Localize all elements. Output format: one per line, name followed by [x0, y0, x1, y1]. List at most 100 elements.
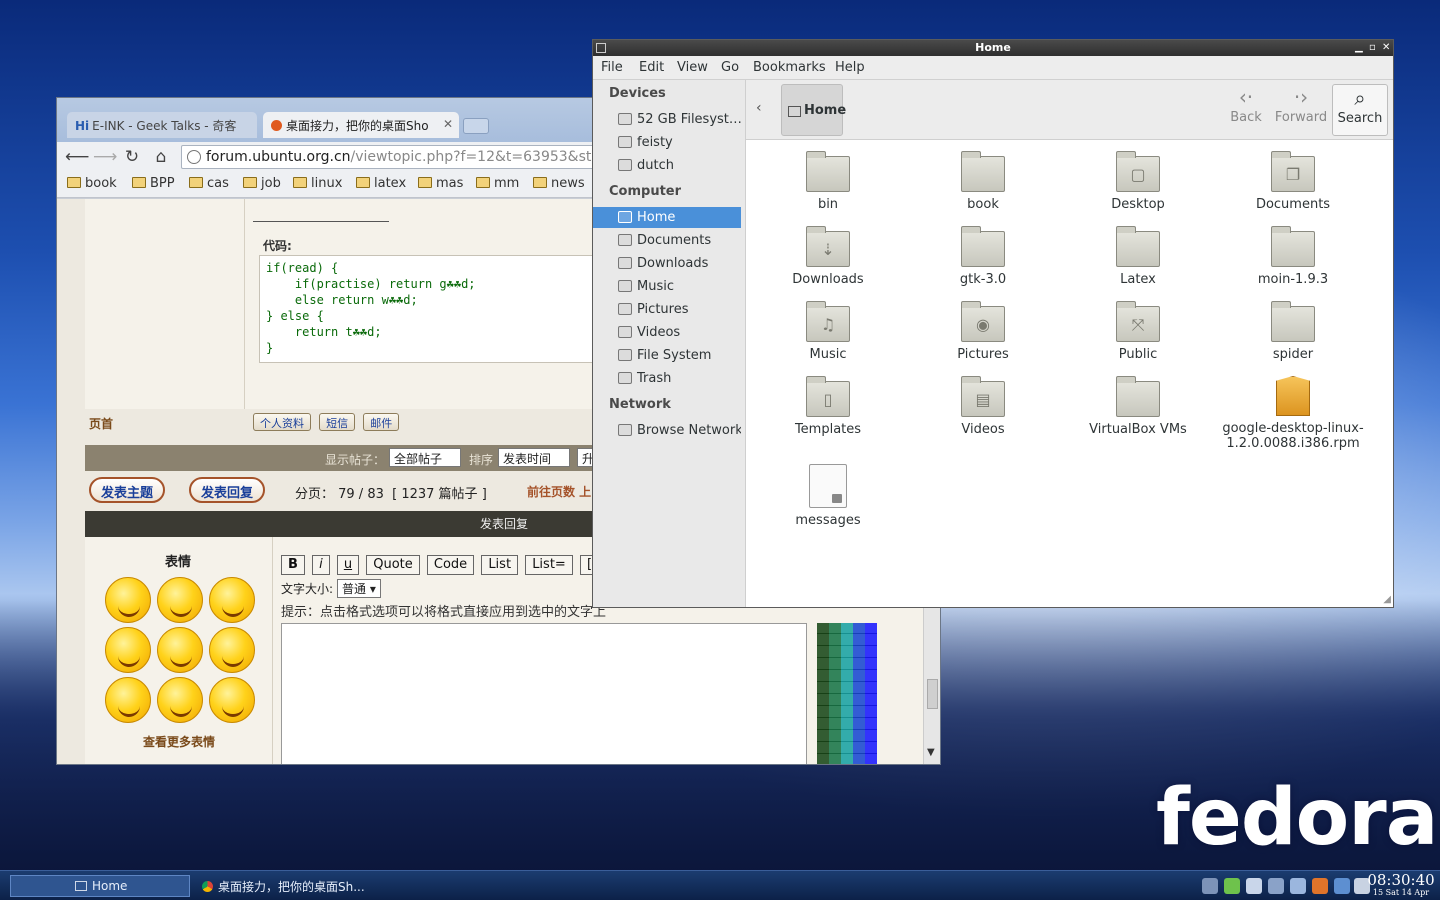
clock-time[interactable]: 08:30:40: [1366, 871, 1436, 889]
sidebar-item-downloads[interactable]: Downloads: [593, 253, 741, 274]
color-palette[interactable]: [817, 623, 877, 764]
menu-go[interactable]: Go: [721, 60, 739, 75]
menu-edit[interactable]: Edit: [639, 60, 664, 75]
italic-button[interactable]: i: [312, 555, 330, 575]
file-item-videos[interactable]: ▤ Videos: [908, 376, 1058, 437]
tab-eink[interactable]: Hi E-INK - Geek Talks - 奇客: [67, 112, 257, 138]
screenshot-icon[interactable]: [1202, 878, 1218, 894]
show-posts-select[interactable]: 全部帖子: [389, 448, 461, 467]
file-item-moin[interactable]: moin-1.9.3: [1218, 226, 1368, 287]
menu-bookmarks[interactable]: Bookmarks: [753, 60, 826, 75]
path-crumb-home[interactable]: Home: [781, 84, 846, 136]
sidebar-item-browse-network[interactable]: Browse Network: [593, 420, 741, 441]
bookmark-news[interactable]: news: [533, 176, 585, 191]
tab-ubuntu-forum[interactable]: 桌面接力，把你的桌面Sho ✕: [263, 112, 459, 138]
bookmark-job[interactable]: job: [243, 176, 281, 191]
pm-button[interactable]: 短信: [319, 413, 356, 431]
sidebar-item-filesystem[interactable]: File System: [593, 345, 741, 366]
keyboard-icon[interactable]: [1290, 878, 1306, 894]
file-item-music[interactable]: ♫ Music: [753, 301, 903, 362]
bookmark-mas[interactable]: mas: [418, 176, 463, 191]
reader-icon[interactable]: [1246, 878, 1262, 894]
laugh-emoji-icon[interactable]: [157, 627, 203, 673]
search-button[interactable]: ⌕ Search: [1332, 84, 1388, 136]
file-item-spider[interactable]: spider: [1218, 301, 1368, 362]
home-icon[interactable]: ⌂: [150, 146, 172, 168]
email-button[interactable]: 邮件: [363, 413, 400, 431]
ordered-list-button[interactable]: List=: [525, 555, 573, 575]
sidebar-item-music[interactable]: Music: [593, 276, 741, 297]
file-item-desktop[interactable]: ▢ Desktop: [1063, 151, 1213, 212]
sidebar-item-documents[interactable]: Documents: [593, 230, 741, 251]
bold-button[interactable]: B: [281, 555, 305, 575]
sidebar-item-trash[interactable]: Trash: [593, 368, 741, 389]
dizzy-emoji-icon[interactable]: [209, 677, 255, 723]
code-button[interactable]: Code: [426, 555, 475, 575]
update-icon[interactable]: [1312, 878, 1328, 894]
bookmark-book[interactable]: book: [67, 176, 117, 191]
shy-emoji-icon[interactable]: [209, 577, 255, 623]
file-item-downloads[interactable]: ⇣ Downloads: [753, 226, 903, 287]
grin-emoji-icon[interactable]: [105, 677, 151, 723]
scroll-down-arrow-icon[interactable]: ▼: [927, 747, 935, 758]
file-item-documents[interactable]: ❐ Documents: [1218, 151, 1368, 212]
task-home[interactable]: Home: [10, 875, 190, 897]
sidebar-item-home[interactable]: Home: [593, 207, 741, 228]
more-emoji-link[interactable]: 查看更多表情: [143, 733, 215, 750]
file-item-gtk3[interactable]: gtk-3.0: [908, 226, 1058, 287]
maximize-icon[interactable]: ▫: [1369, 40, 1376, 56]
file-item-google-desktop-rpm[interactable]: google-desktop-linux-1.2.0.0088.i386.rpm: [1218, 376, 1368, 451]
profile-button[interactable]: 个人资料: [253, 413, 311, 431]
display-icon[interactable]: [1268, 878, 1284, 894]
list-button[interactable]: List: [481, 555, 519, 575]
file-item-messages[interactable]: messages: [753, 464, 903, 528]
quote-button[interactable]: Quote: [366, 555, 420, 575]
reload-icon[interactable]: ↻: [121, 146, 143, 168]
forward-button[interactable]: ·› Forward: [1270, 84, 1332, 136]
giggle-emoji-icon[interactable]: [105, 627, 151, 673]
sync-icon[interactable]: [1224, 878, 1240, 894]
menu-file[interactable]: File: [601, 60, 623, 75]
chevron-left-icon[interactable]: ‹: [756, 100, 762, 116]
resize-grip-icon[interactable]: ◢: [1383, 594, 1391, 605]
app-menu-icon[interactable]: [596, 43, 606, 53]
file-item-pictures[interactable]: ◉ Pictures: [908, 301, 1058, 362]
scrollbar-thumb[interactable]: [927, 679, 938, 709]
sort-select[interactable]: 发表时间: [498, 448, 570, 467]
task-browser[interactable]: 桌面接力，把你的桌面Sh...: [198, 875, 373, 897]
network-icon[interactable]: [1334, 878, 1350, 894]
file-item-public[interactable]: ⤧ Public: [1063, 301, 1213, 362]
file-item-bin[interactable]: bin: [753, 151, 903, 212]
tongue-emoji-icon[interactable]: [157, 577, 203, 623]
sweat-emoji-icon[interactable]: [209, 627, 255, 673]
file-item-latex[interactable]: Latex: [1063, 226, 1213, 287]
font-size-select[interactable]: 普通 ▾: [337, 579, 381, 598]
goto-page-link[interactable]: 前往页数 上: [527, 483, 591, 500]
sidebar-item-filesystem-52gb[interactable]: 52 GB Filesyst…: [593, 109, 741, 130]
new-tab-button[interactable]: [463, 118, 489, 134]
close-icon[interactable]: ✕: [1382, 40, 1390, 56]
file-item-book[interactable]: book: [908, 151, 1058, 212]
bookmark-latex[interactable]: latex: [356, 176, 406, 191]
page-top-link[interactable]: 页首: [89, 415, 113, 432]
address-bar[interactable]: forum.ubuntu.org.cn/viewtopic.php?f=12&t…: [181, 145, 601, 169]
back-button[interactable]: ‹· Back: [1222, 84, 1270, 136]
smirk-emoji-icon[interactable]: [157, 677, 203, 723]
reply-button[interactable]: 发表回复: [189, 477, 266, 503]
bookmark-mm[interactable]: mm: [476, 176, 519, 191]
reply-textarea[interactable]: [281, 623, 807, 764]
sidebar-item-dutch[interactable]: dutch: [593, 155, 741, 176]
sidebar-item-pictures[interactable]: Pictures: [593, 299, 741, 320]
bookmark-linux[interactable]: linux: [293, 176, 342, 191]
underline-button[interactable]: u: [336, 555, 360, 575]
new-topic-button[interactable]: 发表主题: [89, 477, 166, 503]
bookmark-bpp[interactable]: BPP: [132, 176, 175, 191]
forward-arrow-icon[interactable]: ⟶: [93, 146, 117, 168]
window-titlebar[interactable]: Home ▁ ▫ ✕: [593, 40, 1393, 56]
smile-emoji-icon[interactable]: [105, 577, 151, 623]
menu-help[interactable]: Help: [835, 60, 865, 75]
menu-view[interactable]: View: [677, 60, 708, 75]
bookmark-cas[interactable]: cas: [189, 176, 229, 191]
file-item-virtualbox-vms[interactable]: VirtualBox VMs: [1063, 376, 1213, 437]
sidebar-item-videos[interactable]: Videos: [593, 322, 741, 343]
